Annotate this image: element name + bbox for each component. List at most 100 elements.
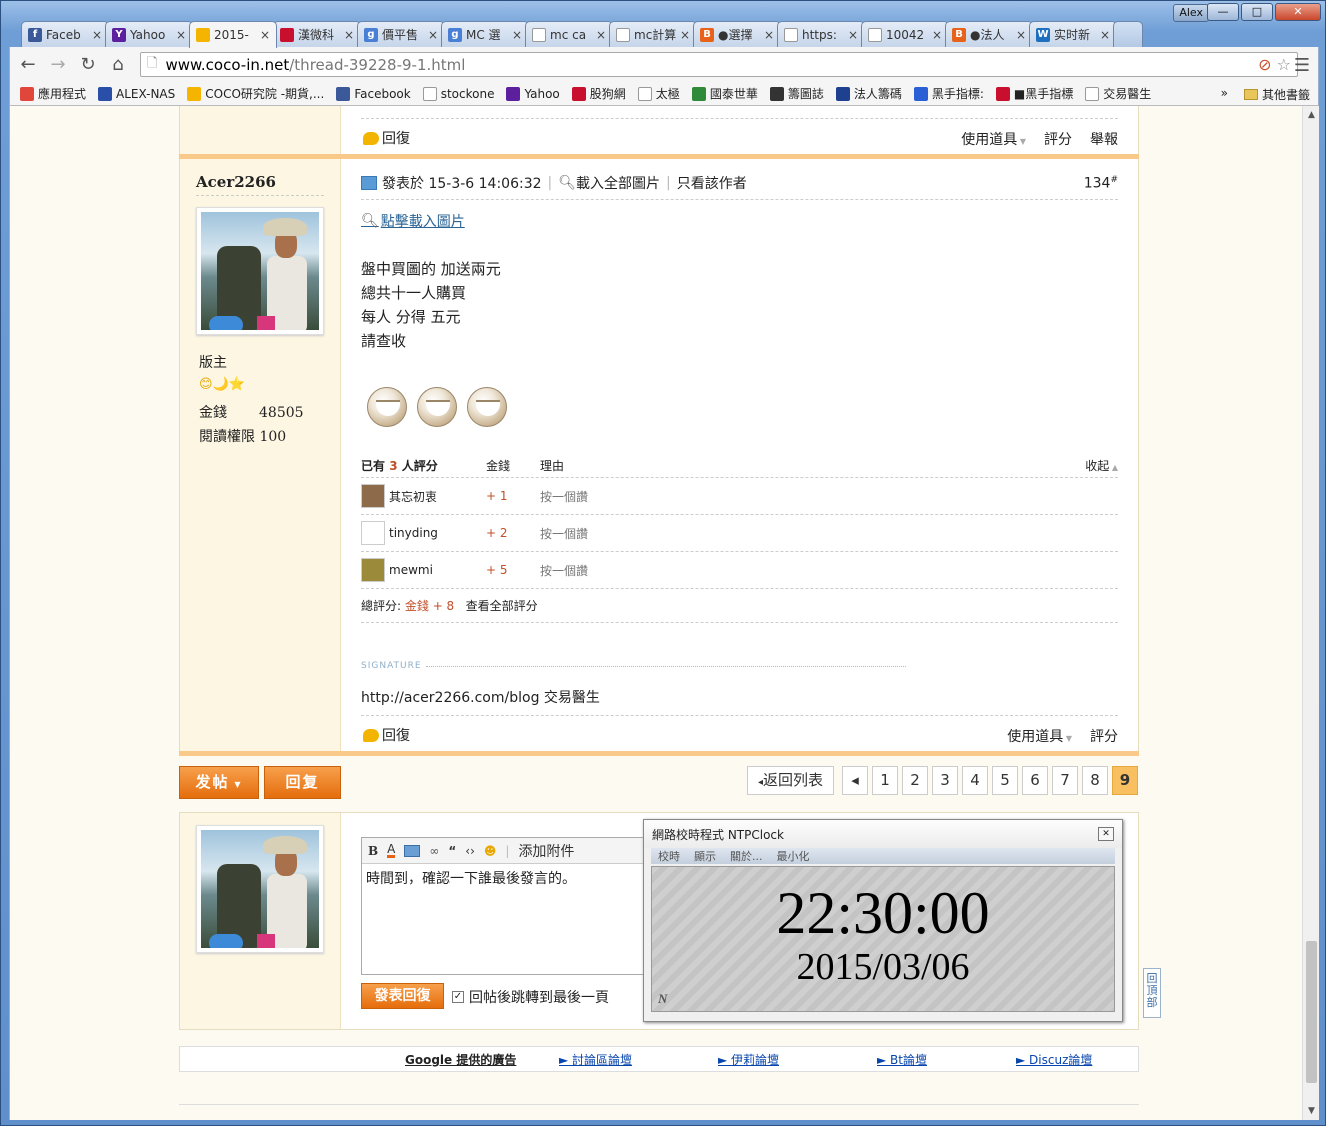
bookmark-item[interactable]: Facebook [336,86,411,101]
author-name[interactable]: Acer2266 [196,173,276,191]
tab-close-icon[interactable]: × [344,28,354,42]
close-icon[interactable]: ✕ [1098,827,1114,841]
browser-tab[interactable]: https: × [777,21,865,47]
rater-name[interactable]: mewmi [389,563,433,577]
prev-page-button[interactable]: ◂ [842,766,868,795]
browser-tab[interactable]: W 实时新 × [1029,21,1117,47]
image-icon[interactable] [404,844,421,857]
collapse-ratings-link[interactable]: 收起 ▲ [1085,457,1118,474]
browser-tab[interactable]: f Faceb × [21,21,109,47]
page-7-button[interactable]: 7 [1052,766,1078,795]
bookmark-item[interactable]: 籌圖誌 [769,85,824,102]
maximize-button[interactable]: □ [1241,3,1273,21]
view-all-ratings-link[interactable]: 查看全部評分 [466,597,538,614]
author-avatar[interactable] [196,207,324,335]
bookmark-item[interactable]: 黑手指標: [913,85,984,102]
scroll-up-icon[interactable]: ▲ [1303,110,1319,120]
browser-tab[interactable]: B ●選擇 × [693,21,781,47]
bookmark-item[interactable]: 國泰世華 [691,85,758,102]
tab-close-icon[interactable]: × [1016,28,1026,42]
reply-link[interactable]: 回復 [363,725,410,745]
load-all-images-link[interactable]: 載入全部圖片 [576,173,660,193]
ad-link[interactable]: ► Bt論壇 [877,1051,927,1068]
rater-name[interactable]: 其忘初衷 [389,488,437,505]
browser-tab[interactable]: 漢微科 × [273,21,361,47]
home-icon[interactable]: ⌂ [106,53,130,77]
rate-link[interactable]: 評分 [1044,129,1072,149]
browser-tab[interactable]: Y Yahoo × [105,21,193,47]
scrollbar-thumb[interactable] [1306,941,1317,1083]
ad-link[interactable]: ► 伊莉論壇 [718,1051,779,1068]
reply-textarea[interactable]: 時間到，確認一下誰最後發言的。 [362,864,660,892]
rate-link[interactable]: 評分 [1090,726,1118,746]
browser-tab[interactable]: 10042 × [861,21,949,47]
rater-avatar[interactable] [361,484,385,508]
forward-arrow-icon[interactable]: → [46,53,70,77]
blocked-icon[interactable]: ⊘ [1258,55,1271,74]
rater-avatar[interactable] [361,521,385,545]
my-avatar[interactable] [196,825,324,953]
ad-link[interactable]: ► Discuz論壇 [1016,1051,1092,1068]
tab-close-icon[interactable]: × [512,28,522,42]
page-9-button[interactable]: 9 [1112,766,1138,795]
bookmark-item[interactable]: 應用程式 [20,85,86,102]
page-scrollbar[interactable]: ▲ ▼ [1302,106,1319,1120]
reply-button[interactable]: 回复 [264,766,341,799]
page-8-button[interactable]: 8 [1082,766,1108,795]
tools-menu[interactable]: 使用道具 ▼ [1007,726,1072,746]
smiley-icon[interactable]: ☻ [484,844,497,858]
tab-close-icon[interactable]: × [932,28,942,42]
rater-avatar[interactable] [361,558,385,582]
page-2-button[interactable]: 2 [902,766,928,795]
bookmark-item[interactable]: 太極 [637,85,680,102]
bold-icon[interactable]: B [368,844,378,858]
back-to-list-button[interactable]: ◂返回列表 [746,766,834,795]
browser-tab[interactable]: mc ca × [525,21,613,47]
page-5-button[interactable]: 5 [992,766,1018,795]
ntp-menu-item[interactable]: 關於... [730,848,763,864]
code-icon[interactable]: ‹› [465,844,475,858]
report-link[interactable]: 舉報 [1090,129,1118,149]
tab-close-icon[interactable]: × [680,28,690,42]
bookmark-item[interactable]: Yahoo [506,86,560,101]
tools-menu[interactable]: 使用道具 ▼ [961,129,1026,149]
bookmark-item[interactable]: 交易醫生 [1085,85,1151,102]
tab-close-icon[interactable]: × [92,28,102,42]
star-icon[interactable]: ☆ [1277,55,1291,74]
tab-close-icon[interactable]: × [764,28,774,42]
other-bookmarks-folder[interactable]: 其他書籤 [1243,86,1310,103]
browser-tab[interactable]: 2015- × [189,21,277,48]
tab-close-icon[interactable]: × [596,28,606,42]
page-6-button[interactable]: 6 [1022,766,1048,795]
reply-link[interactable]: 回復 [363,128,410,148]
font-color-icon[interactable]: A [387,843,396,858]
address-bar[interactable]: 🗋 www.coco-in.net/thread-39228-9-1.html … [140,52,1298,77]
signature[interactable]: http://acer2266.com/blog 交易醫生 [361,687,600,707]
bookmark-item[interactable]: 股狗網 [571,85,626,102]
bookmark-item[interactable]: stockone [422,86,494,101]
bookmarks-overflow-button[interactable]: » [1221,86,1228,100]
tab-close-icon[interactable]: × [176,28,186,42]
bookmark-item[interactable]: 法人籌碼 [835,85,902,102]
browser-tab[interactable]: g MC 選 × [441,21,529,47]
ad-link[interactable]: ► 討論區論壇 [559,1051,632,1068]
submit-reply-button[interactable]: 發表回復 [361,983,444,1009]
ntp-menu-item[interactable]: 最小化 [777,848,810,864]
quote-icon[interactable]: “ [448,844,456,858]
rater-name[interactable]: tinyding [389,526,438,540]
minimize-button[interactable]: — [1207,3,1239,21]
tab-close-icon[interactable]: × [1100,28,1110,42]
bookmark-item[interactable]: COCO研究院 -期貨,... [187,85,324,102]
link-icon[interactable]: ∞ [429,844,439,858]
new-post-button[interactable]: 发帖 ▼ [179,766,259,799]
ntp-menu-item[interactable]: 顯示 [694,848,716,864]
ntp-menu-item[interactable]: 校時 [658,848,680,864]
page-1-button[interactable]: 1 [872,766,898,795]
tab-close-icon[interactable]: × [260,28,270,42]
profile-badge[interactable]: Alex [1173,4,1209,22]
close-window-button[interactable]: ✕ [1275,3,1321,21]
author-only-link[interactable]: 只看該作者 [677,173,747,193]
reload-icon[interactable]: ↻ [76,53,100,77]
back-to-top-button[interactable]: 回頂部 [1143,968,1161,1018]
floor-number[interactable]: 134# [1084,175,1118,192]
